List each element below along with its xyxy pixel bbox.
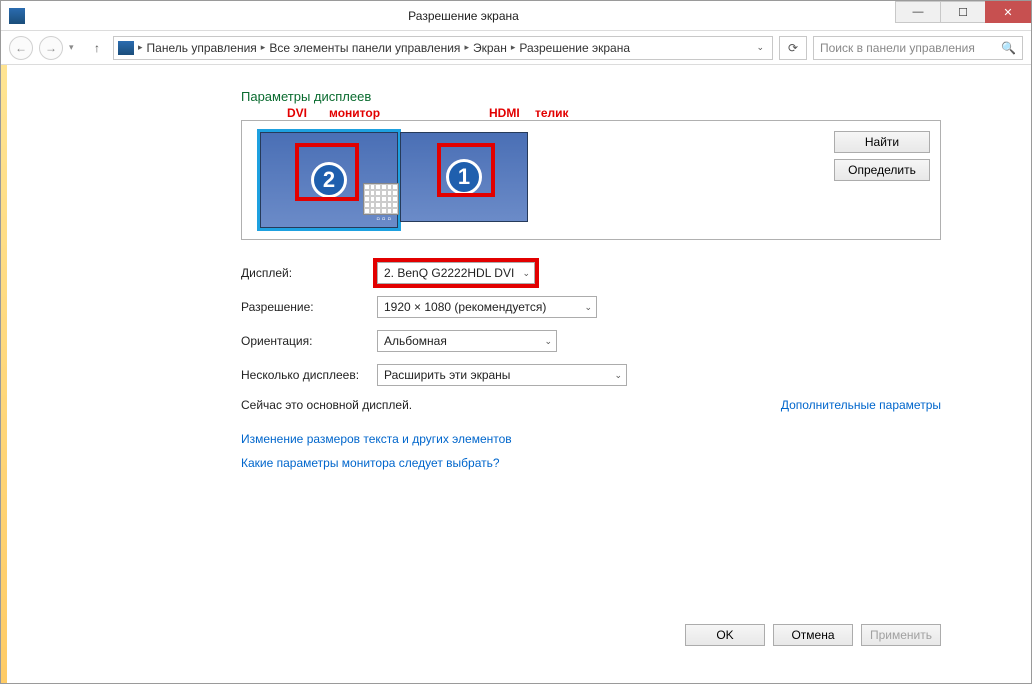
display-row: Дисплей: 2. BenQ G2222HDL DVI ⌄ (241, 262, 941, 284)
display-select-value: 2. BenQ G2222HDL DVI (384, 266, 514, 280)
resolution-select-value: 1920 × 1080 (рекомендуется) (384, 300, 546, 314)
chevron-down-icon: ⌄ (614, 370, 622, 381)
chevron-down-icon: ⌄ (584, 302, 592, 313)
window-title: Разрешение экрана (31, 9, 896, 23)
history-dropdown[interactable]: ▾ (69, 42, 81, 53)
annotation-row: DVI монитор HDMI телик (241, 106, 941, 120)
navbar: ← → ▾ ↑ ▸ Панель управления ▸ Все элемен… (1, 31, 1031, 65)
apply-button: Применить (861, 624, 941, 646)
annotation-tv: телик (535, 106, 569, 120)
multi-display-row: Несколько дисплеев: Расширить эти экраны… (241, 364, 941, 386)
chevron-right-icon: ▸ (464, 42, 469, 53)
ok-button[interactable]: OK (685, 624, 765, 646)
address-bar[interactable]: ▸ Панель управления ▸ Все элементы панел… (113, 36, 773, 60)
forward-button[interactable]: → (39, 36, 63, 60)
maximize-button[interactable]: ☐ (940, 1, 986, 23)
multi-display-label: Несколько дисплеев: (241, 368, 377, 382)
which-monitor-link[interactable]: Какие параметры монитора следует выбрать… (241, 456, 500, 470)
multi-display-select-value: Расширить эти экраны (384, 368, 510, 382)
display-2[interactable]: 2 ▫▫▫ (260, 132, 398, 228)
content-area: Параметры дисплеев DVI монитор HDMI тели… (1, 65, 1031, 478)
displays-container[interactable]: 2 ▫▫▫ 1 (260, 132, 528, 228)
links-section: Изменение размеров текста и других элеме… (241, 430, 941, 478)
breadcrumb-item[interactable]: Разрешение экрана (519, 41, 630, 55)
window-buttons: — ☐ ✕ (896, 1, 1031, 30)
app-icon (9, 8, 25, 24)
page-heading: Параметры дисплеев (241, 89, 941, 104)
orientation-row: Ориентация: Альбомная ⌄ (241, 330, 941, 352)
annotation-monitor: монитор (329, 106, 380, 120)
display-1[interactable]: 1 (400, 132, 528, 222)
chevron-down-icon: ⌄ (522, 268, 530, 279)
annotation-hdmi: HDMI (489, 106, 520, 120)
chevron-right-icon: ▸ (138, 42, 143, 53)
display-arrangement-box: 2 ▫▫▫ 1 Найти (241, 120, 941, 240)
note-text: Сейчас это основной дисплей. (241, 398, 412, 412)
detect-button[interactable]: Определить (834, 159, 930, 181)
chevron-down-icon: ⌄ (544, 336, 552, 347)
address-dropdown[interactable]: ⌄ (752, 42, 768, 53)
resolution-label: Разрешение: (241, 300, 377, 314)
orientation-select-value: Альбомная (384, 334, 447, 348)
titlebar: Разрешение экрана — ☐ ✕ (1, 1, 1031, 31)
taskbar-icon: ▫▫▫ (376, 214, 393, 225)
find-button[interactable]: Найти (834, 131, 930, 153)
chevron-right-icon: ▸ (261, 42, 266, 53)
minimize-button[interactable]: — (895, 1, 941, 23)
annotation-dvi: DVI (287, 106, 307, 120)
display-side-buttons: Найти Определить (834, 131, 930, 181)
multi-display-select[interactable]: Расширить эти экраны ⌄ (377, 364, 627, 386)
annotation-box (437, 143, 495, 197)
refresh-button[interactable]: ⟳ (779, 36, 807, 60)
search-input[interactable]: Поиск в панели управления 🔍 (813, 36, 1023, 60)
search-placeholder: Поиск в панели управления (820, 41, 975, 55)
annotation-box (295, 143, 359, 201)
back-button[interactable]: ← (9, 36, 33, 60)
text-size-link[interactable]: Изменение размеров текста и других элеме… (241, 432, 512, 446)
cancel-button[interactable]: Отмена (773, 624, 853, 646)
calendar-overlay-icon (363, 183, 399, 215)
close-button[interactable]: ✕ (985, 1, 1031, 23)
up-button[interactable]: ↑ (87, 41, 107, 55)
orientation-label: Ориентация: (241, 334, 377, 348)
advanced-settings-link[interactable]: Дополнительные параметры (781, 398, 941, 412)
breadcrumb-item[interactable]: Панель управления (147, 41, 257, 55)
chevron-right-icon: ▸ (511, 42, 516, 53)
display-select[interactable]: 2. BenQ G2222HDL DVI ⌄ (377, 262, 535, 284)
dialog-footer: OK Отмена Применить (1, 615, 1031, 655)
resolution-select[interactable]: 1920 × 1080 (рекомендуется) ⌄ (377, 296, 597, 318)
primary-display-note: Сейчас это основной дисплей. Дополнитель… (241, 398, 941, 412)
breadcrumb-item[interactable]: Все элементы панели управления (269, 41, 460, 55)
orientation-select[interactable]: Альбомная ⌄ (377, 330, 557, 352)
search-icon: 🔍 (1001, 41, 1016, 55)
resolution-row: Разрешение: 1920 × 1080 (рекомендуется) … (241, 296, 941, 318)
control-panel-icon (118, 41, 134, 55)
window: Разрешение экрана — ☐ ✕ ← → ▾ ↑ ▸ Панель… (0, 0, 1032, 684)
breadcrumb-item[interactable]: Экран (473, 41, 507, 55)
display-label: Дисплей: (241, 266, 377, 280)
